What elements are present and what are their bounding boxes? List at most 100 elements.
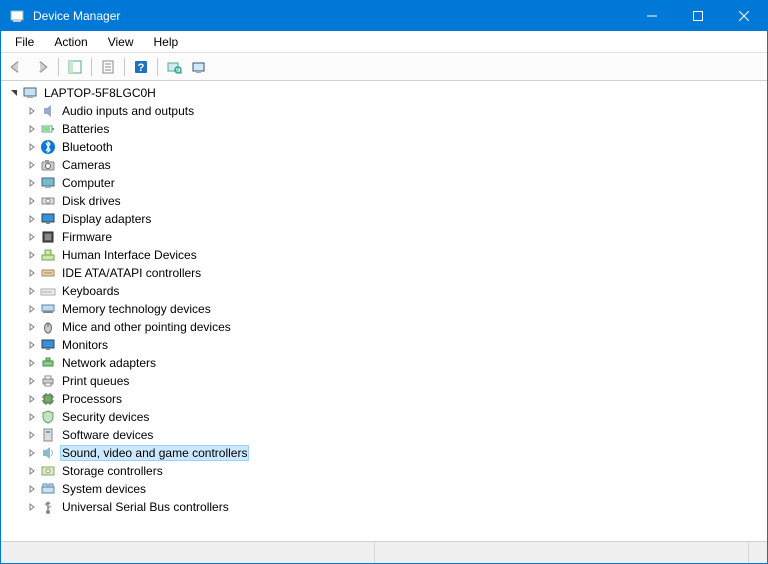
device-category[interactable]: Processors xyxy=(25,390,767,408)
device-category[interactable]: Disk drives xyxy=(25,192,767,210)
expand-arrow-icon[interactable] xyxy=(25,410,39,424)
hid-icon xyxy=(40,247,56,263)
maximize-button[interactable] xyxy=(675,1,721,31)
device-category-label[interactable]: Display adapters xyxy=(60,212,153,226)
properties-button[interactable] xyxy=(96,56,120,78)
device-category-label[interactable]: Sound, video and game controllers xyxy=(60,445,249,461)
device-category-label[interactable]: Keyboards xyxy=(60,284,121,298)
expand-arrow-icon[interactable] xyxy=(25,212,39,226)
expand-arrow-icon[interactable] xyxy=(25,428,39,442)
close-button[interactable] xyxy=(721,1,767,31)
menu-file[interactable]: File xyxy=(5,33,44,51)
expand-arrow-icon[interactable] xyxy=(25,230,39,244)
device-category[interactable]: Security devices xyxy=(25,408,767,426)
computer-icon xyxy=(22,85,38,101)
expand-arrow-icon[interactable] xyxy=(25,248,39,262)
device-category-label[interactable]: Storage controllers xyxy=(60,464,165,478)
device-category[interactable]: Universal Serial Bus controllers xyxy=(25,498,767,516)
device-category-label[interactable]: IDE ATA/ATAPI controllers xyxy=(60,266,203,280)
sound-icon xyxy=(40,445,56,461)
forward-button[interactable] xyxy=(30,56,54,78)
expand-arrow-icon[interactable] xyxy=(7,86,21,100)
device-category-label[interactable]: Batteries xyxy=(60,122,111,136)
resize-grip[interactable] xyxy=(749,542,767,563)
minimize-button[interactable] xyxy=(629,1,675,31)
device-category[interactable]: Mice and other pointing devices xyxy=(25,318,767,336)
device-category-label[interactable]: Cameras xyxy=(60,158,113,172)
device-category[interactable]: Network adapters xyxy=(25,354,767,372)
help-button[interactable]: ? xyxy=(129,56,153,78)
expand-arrow-icon[interactable] xyxy=(25,194,39,208)
device-category-label[interactable]: Bluetooth xyxy=(60,140,115,154)
window-controls xyxy=(629,1,767,31)
expand-arrow-icon[interactable] xyxy=(25,158,39,172)
device-category[interactable]: Monitors xyxy=(25,336,767,354)
back-button[interactable] xyxy=(4,56,28,78)
expand-arrow-icon[interactable] xyxy=(25,464,39,478)
device-category[interactable]: IDE ATA/ATAPI controllers xyxy=(25,264,767,282)
usb-icon xyxy=(40,499,56,515)
display-icon xyxy=(40,211,56,227)
expand-arrow-icon[interactable] xyxy=(25,392,39,406)
device-category[interactable]: Bluetooth xyxy=(25,138,767,156)
expand-arrow-icon[interactable] xyxy=(25,284,39,298)
device-category-label[interactable]: System devices xyxy=(60,482,148,496)
device-category-label[interactable]: Memory technology devices xyxy=(60,302,213,316)
device-category-label[interactable]: Monitors xyxy=(60,338,110,352)
device-category[interactable]: System devices xyxy=(25,480,767,498)
device-category[interactable]: Display adapters xyxy=(25,210,767,228)
device-category-label[interactable]: Software devices xyxy=(60,428,155,442)
device-category[interactable]: Cameras xyxy=(25,156,767,174)
scan-hardware-button[interactable] xyxy=(162,56,186,78)
add-legacy-hardware-button[interactable] xyxy=(188,56,212,78)
device-category-label[interactable]: Security devices xyxy=(60,410,151,424)
expand-arrow-icon[interactable] xyxy=(25,176,39,190)
expand-arrow-icon[interactable] xyxy=(25,266,39,280)
expand-arrow-icon[interactable] xyxy=(25,122,39,136)
expand-arrow-icon[interactable] xyxy=(25,500,39,514)
device-category-label[interactable]: Computer xyxy=(60,176,117,190)
device-tree[interactable]: LAPTOP-5F8LGC0H Audio inputs and outputs… xyxy=(1,81,767,541)
show-hide-console-tree-button[interactable] xyxy=(63,56,87,78)
device-category[interactable]: Firmware xyxy=(25,228,767,246)
toolbar-separator xyxy=(91,58,92,76)
menu-view[interactable]: View xyxy=(98,33,144,51)
device-category[interactable]: Batteries xyxy=(25,120,767,138)
device-category-label[interactable]: Network adapters xyxy=(60,356,158,370)
device-category-label[interactable]: Disk drives xyxy=(60,194,123,208)
device-category[interactable]: Storage controllers xyxy=(25,462,767,480)
device-category-label[interactable]: Audio inputs and outputs xyxy=(60,104,196,118)
device-category[interactable]: Audio inputs and outputs xyxy=(25,102,767,120)
status-section xyxy=(375,542,749,563)
expand-arrow-icon[interactable] xyxy=(25,446,39,460)
device-category[interactable]: Print queues xyxy=(25,372,767,390)
device-category[interactable]: Sound, video and game controllers xyxy=(25,444,767,462)
menu-help[interactable]: Help xyxy=(144,33,189,51)
root-node-label[interactable]: LAPTOP-5F8LGC0H xyxy=(42,86,158,100)
device-category[interactable]: Software devices xyxy=(25,426,767,444)
device-category[interactable]: Computer xyxy=(25,174,767,192)
device-category[interactable]: Keyboards xyxy=(25,282,767,300)
disk-icon xyxy=(40,193,56,209)
expand-arrow-icon[interactable] xyxy=(25,482,39,496)
device-category-label[interactable]: Human Interface Devices xyxy=(60,248,199,262)
expand-arrow-icon[interactable] xyxy=(25,374,39,388)
expand-arrow-icon[interactable] xyxy=(25,302,39,316)
device-category-label[interactable]: Print queues xyxy=(60,374,131,388)
storage-icon xyxy=(40,463,56,479)
device-category-label[interactable]: Universal Serial Bus controllers xyxy=(60,500,231,514)
device-category[interactable]: Human Interface Devices xyxy=(25,246,767,264)
battery-icon xyxy=(40,121,56,137)
expand-arrow-icon[interactable] xyxy=(25,104,39,118)
tree-root-node[interactable]: LAPTOP-5F8LGC0H Audio inputs and outputs… xyxy=(7,84,767,516)
expand-arrow-icon[interactable] xyxy=(25,140,39,154)
bluetooth-icon xyxy=(40,139,56,155)
expand-arrow-icon[interactable] xyxy=(25,338,39,352)
device-category-label[interactable]: Firmware xyxy=(60,230,114,244)
device-category-label[interactable]: Mice and other pointing devices xyxy=(60,320,233,334)
expand-arrow-icon[interactable] xyxy=(25,320,39,334)
device-category[interactable]: Memory technology devices xyxy=(25,300,767,318)
device-category-label[interactable]: Processors xyxy=(60,392,124,406)
expand-arrow-icon[interactable] xyxy=(25,356,39,370)
menu-action[interactable]: Action xyxy=(44,33,97,51)
